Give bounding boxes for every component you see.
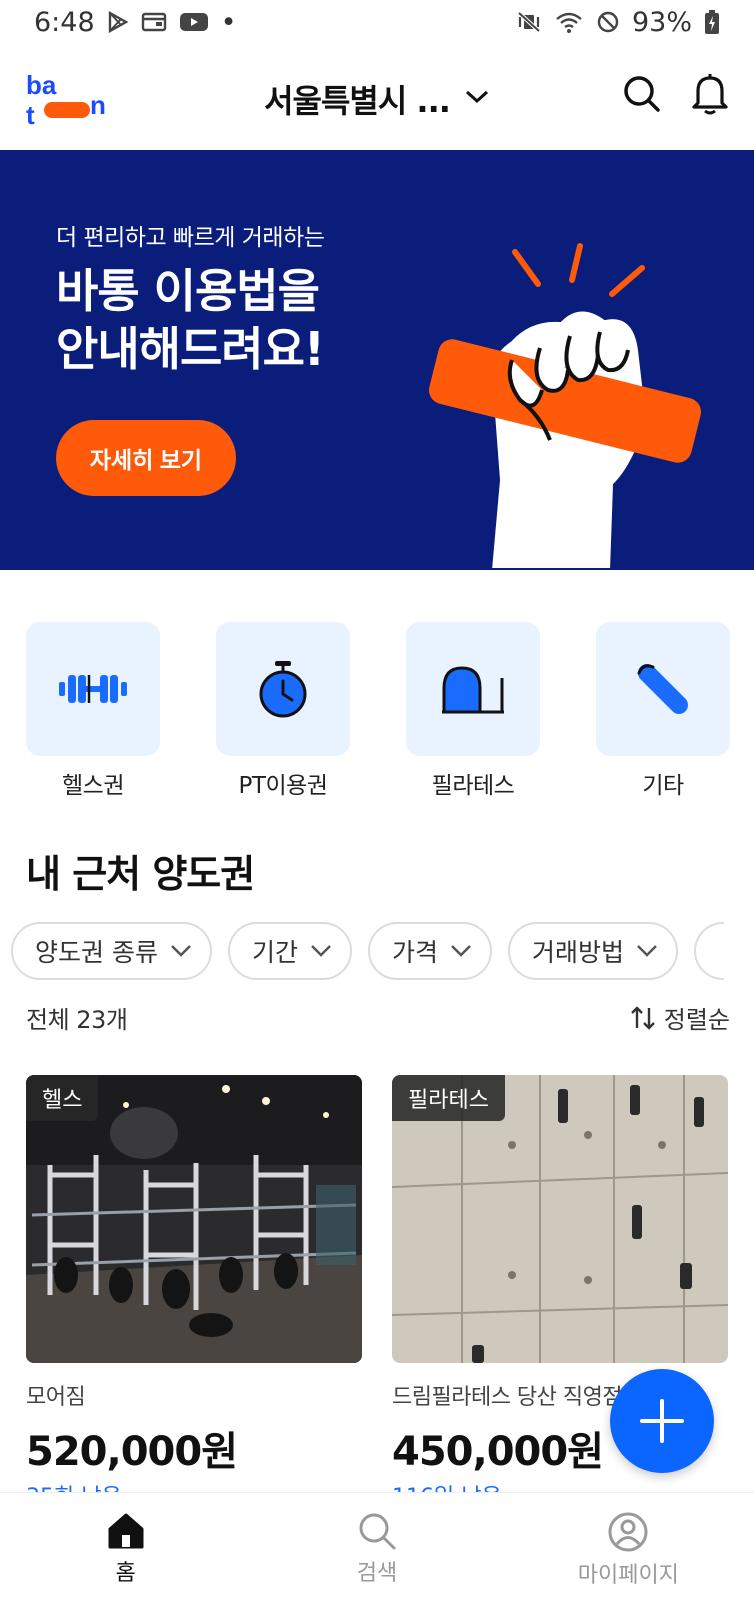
listing-photo-gym: 헬스	[26, 1075, 362, 1363]
category-label: PT이용권	[238, 773, 328, 799]
category-pt[interactable]: PT이용권	[216, 622, 350, 800]
banner-title-line2: 안내해드려요!	[56, 322, 325, 376]
section-title: 내 근처 양도권	[26, 852, 255, 896]
nav-mypage[interactable]: 마이페이지	[503, 1493, 754, 1602]
profile-icon	[608, 1512, 648, 1552]
battery-charging-icon	[704, 9, 720, 35]
filter-label: 기간	[251, 938, 298, 967]
filter-price[interactable]: 가격	[367, 922, 492, 980]
category-label: 기타	[642, 773, 684, 799]
category-label: 헬스권	[62, 773, 124, 799]
promo-banner[interactable]: 더 편리하고 빠르게 거래하는 바통 이용법을 안내해드려요! 자세히 보기	[0, 150, 754, 570]
banner-title: 바통 이용법을 안내해드려요!	[56, 262, 416, 378]
chevron-down-icon	[451, 945, 471, 957]
nav-label: 홈	[115, 1561, 136, 1586]
total-count: 전체 23개	[26, 1006, 128, 1034]
do-not-disturb-icon	[596, 10, 620, 34]
chevron-down-icon	[311, 945, 331, 957]
add-listing-button[interactable]	[610, 1369, 714, 1473]
youtube-icon	[179, 11, 209, 33]
search-icon	[624, 76, 660, 112]
battery-percent: 93%	[631, 6, 692, 38]
foam-roller-icon	[637, 664, 688, 714]
filter-trade-method[interactable]: 거래방법	[507, 922, 678, 980]
pilates-reformer-icon	[442, 666, 504, 714]
sort-arrows-icon	[630, 1005, 655, 1030]
listing-card[interactable]: 헬스 모어짐 520,000원 35회 남음	[26, 1075, 362, 1501]
filter-label: 가격	[391, 938, 438, 967]
listing-photo-lockers: 필라테스	[392, 1075, 728, 1363]
baton-hand-illustration	[420, 240, 720, 570]
category-pilates[interactable]: 필라테스	[406, 622, 540, 800]
banner-title-line1: 바통 이용법을	[56, 264, 320, 318]
sort-button[interactable]: 정렬순	[630, 1000, 730, 1035]
search-icon	[359, 1513, 396, 1550]
chevron-down-icon	[637, 945, 657, 957]
nav-label: 마이페이지	[577, 1563, 679, 1588]
list-meta: 전체 23개 정렬순	[26, 1000, 730, 1035]
category-label: 필라테스	[431, 773, 515, 799]
chevron-down-icon	[464, 89, 490, 109]
nav-search[interactable]: 검색	[251, 1493, 502, 1602]
category-etc[interactable]: 기타	[596, 622, 730, 800]
wifi-icon	[554, 10, 584, 34]
vibrate-mute-icon	[516, 10, 542, 34]
banner-subtitle: 더 편리하고 빠르게 거래하는	[56, 225, 325, 251]
category-gym[interactable]: 헬스권	[26, 622, 160, 800]
filter-ticket-type[interactable]: 양도권 종류	[11, 922, 212, 980]
category-menu: 헬스권 PT이용권 필라테스 기타	[0, 622, 754, 802]
bottom-navigation: 홈 검색 마이페이지	[0, 1492, 754, 1602]
filter-period[interactable]: 기간	[227, 922, 352, 980]
chevron-down-icon	[171, 945, 191, 957]
category-icon-box	[596, 622, 730, 756]
listing-category-badge: 필라테스	[392, 1075, 505, 1121]
notification-button[interactable]	[688, 72, 732, 116]
play-store-icon	[107, 11, 129, 33]
bell-icon	[692, 74, 728, 115]
status-time: 6:48	[34, 6, 95, 38]
category-icon-box	[26, 622, 160, 756]
wallet-icon	[141, 11, 167, 33]
plus-icon	[640, 1399, 684, 1443]
filter-label: 양도권 종류	[35, 938, 158, 967]
nav-home[interactable]: 홈	[0, 1493, 251, 1602]
app-header: ba t n 서울특별시 ...	[0, 44, 754, 150]
listing-category-badge: 헬스	[26, 1075, 99, 1121]
nav-label: 검색	[356, 1561, 398, 1586]
listing-price: 520,000원	[26, 1429, 238, 1475]
listing-name: 모어짐	[26, 1385, 86, 1410]
location-label: 서울특별시 ...	[264, 82, 451, 120]
category-icon-box	[216, 622, 350, 756]
learn-more-button[interactable]: 자세히 보기	[56, 420, 236, 496]
status-bar: 6:48 • 93%	[0, 0, 754, 44]
home-icon	[108, 1513, 144, 1549]
filter-more[interactable]	[694, 922, 724, 980]
dumbbell-icon	[59, 675, 127, 703]
category-icon-box	[406, 622, 540, 756]
sort-label: 정렬순	[663, 1006, 730, 1034]
filter-bar: 양도권 종류 기간 가격 거래방법	[11, 922, 724, 980]
filter-label: 거래방법	[531, 938, 624, 967]
status-dot: •	[220, 6, 237, 38]
search-button[interactable]	[620, 72, 664, 116]
stopwatch-icon	[259, 661, 307, 718]
